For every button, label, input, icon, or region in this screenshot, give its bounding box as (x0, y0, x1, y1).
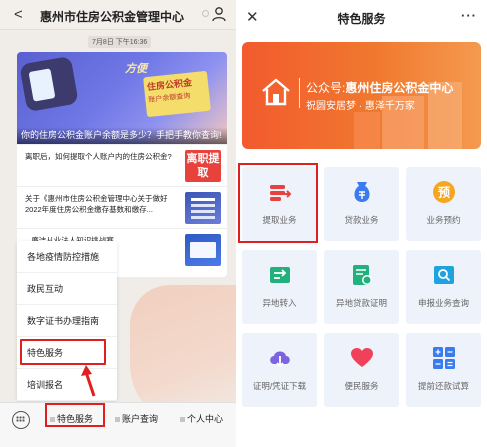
service-tile-convenience[interactable]: 便民服务 (324, 333, 399, 407)
news-thumbnail (185, 234, 221, 266)
service-tile-repayment-calc[interactable]: 提前还款试算 (406, 333, 481, 407)
service-tile-loan[interactable]: 贷款业务 (324, 167, 399, 241)
highlight-box (45, 403, 105, 427)
tab-account-query[interactable]: 账户查询 (115, 412, 158, 425)
declaration-query-icon (434, 266, 454, 284)
highlight-box (238, 163, 318, 243)
screenshot: < 惠州市住房公积金管理中心 7月8日 下午16:36 方便 住房公积金 账户余… (0, 0, 487, 447)
news-item[interactable]: 离职后，如何提取个人账户内的住房公积金? 离职提取 (17, 144, 227, 186)
banner-tag: 方便 (125, 63, 147, 75)
service-label: 证明/凭证下载 (252, 381, 307, 391)
service-tile-loan-certificate[interactable]: 异地贷款证明 (324, 250, 399, 324)
menu-item-epidemic-measures[interactable]: 各地疫情防控措施 (17, 241, 117, 273)
service-tile-declaration-query[interactable]: 申报业务查询 (406, 250, 481, 324)
submenu-dots-icon (115, 417, 120, 423)
chat-header: < 惠州市住房公积金管理中心 (0, 0, 236, 30)
service-tile-transfer-in[interactable]: 异地转入 (242, 250, 317, 324)
message-timestamp: 7月8日 下午16:36 (88, 36, 152, 48)
news-thumbnail (185, 192, 221, 224)
service-label: 异地贷款证明 (335, 298, 387, 308)
service-label: 贷款业务 (344, 215, 379, 225)
house-icon (262, 78, 290, 106)
service-label: 便民服务 (344, 381, 379, 391)
news-item[interactable]: 关于《惠州市住房公积金管理中心关于做好2022年度住房公积金缴存基数和缴存... (17, 186, 227, 228)
banner-account-line: 公众号:惠州住房公积金中心 (306, 79, 453, 96)
calculator-icon (433, 347, 455, 369)
service-tile-download[interactable]: 证明/凭证下载 (242, 333, 317, 407)
banner-divider (299, 78, 300, 108)
service-banner: 公众号:惠州住房公积金中心 祝圆安居梦 · 惠泽千万家 (242, 42, 481, 149)
building-decoration (354, 112, 380, 149)
menu-item-interaction[interactable]: 政民互动 (17, 273, 117, 305)
tab-personal-center[interactable]: 个人中心 (180, 412, 223, 425)
service-tile-appointment[interactable]: 预 业务预约 (406, 167, 481, 241)
more-button[interactable]: ··· (461, 8, 477, 23)
news-title: 关于《惠州市住房公积金管理中心关于做好2022年度住房公积金缴存基数和缴存... (25, 194, 168, 214)
submenu-dots-icon (180, 417, 185, 423)
news-title: 离职后，如何提取个人账户内的住房公积金? (25, 152, 172, 161)
news-thumbnail: 离职提取 (185, 150, 221, 182)
page-header: ✕ 特色服务 ··· (236, 0, 487, 34)
service-label: 提前还款试算 (417, 381, 469, 391)
svg-text:预: 预 (438, 186, 450, 200)
banner-prefix: 公众号: (306, 81, 346, 95)
banner-slogan-box: 住房公积金 账户余额查询 (143, 70, 211, 118)
muted-icon (202, 10, 209, 17)
download-icon (270, 351, 290, 368)
banner-subtitle: 祝圆安居梦 · 惠泽千万家 (306, 101, 415, 112)
tab-label: 账户查询 (122, 414, 159, 424)
menu-item-cert-guide[interactable]: 数字证书办理指南 (17, 305, 117, 337)
banner-account-name: 惠州住房公积金中心 (345, 81, 454, 95)
service-label: 申报业务查询 (417, 298, 469, 308)
tab-label: 个人中心 (187, 414, 224, 424)
page-title: 特色服务 (337, 12, 386, 26)
service-label: 业务预约 (426, 215, 461, 225)
back-button[interactable]: < (14, 6, 23, 23)
keyboard-icon[interactable] (12, 411, 30, 429)
article-banner[interactable]: 方便 住房公积金 账户余额查询 你的住房公积金账户余额是多少？手把手教你查询! (17, 52, 227, 144)
person-icon[interactable] (211, 6, 227, 22)
service-page: ✕ 特色服务 ··· 公众号:惠州住房公积金中心 祝圆安居梦 · 惠泽千万家 提… (236, 0, 487, 447)
banner-caption: 你的住房公积金账户余额是多少？手把手教你查询! (17, 127, 227, 144)
service-label: 异地转入 (262, 298, 297, 308)
loan-icon (354, 182, 370, 202)
transfer-in-icon (270, 267, 290, 283)
account-title: 惠州市住房公积金管理中心 (40, 10, 185, 24)
red-arrow-annotation (81, 365, 96, 397)
appointment-icon: 预 (433, 181, 455, 203)
chat-pane: < 惠州市住房公积金管理中心 7月8日 下午16:36 方便 住房公积金 账户余… (0, 0, 236, 447)
bottom-menu-bar: 特色服务 账户查询 个人中心 (0, 402, 236, 447)
heart-icon (351, 348, 373, 367)
loan-certificate-icon (353, 265, 372, 285)
